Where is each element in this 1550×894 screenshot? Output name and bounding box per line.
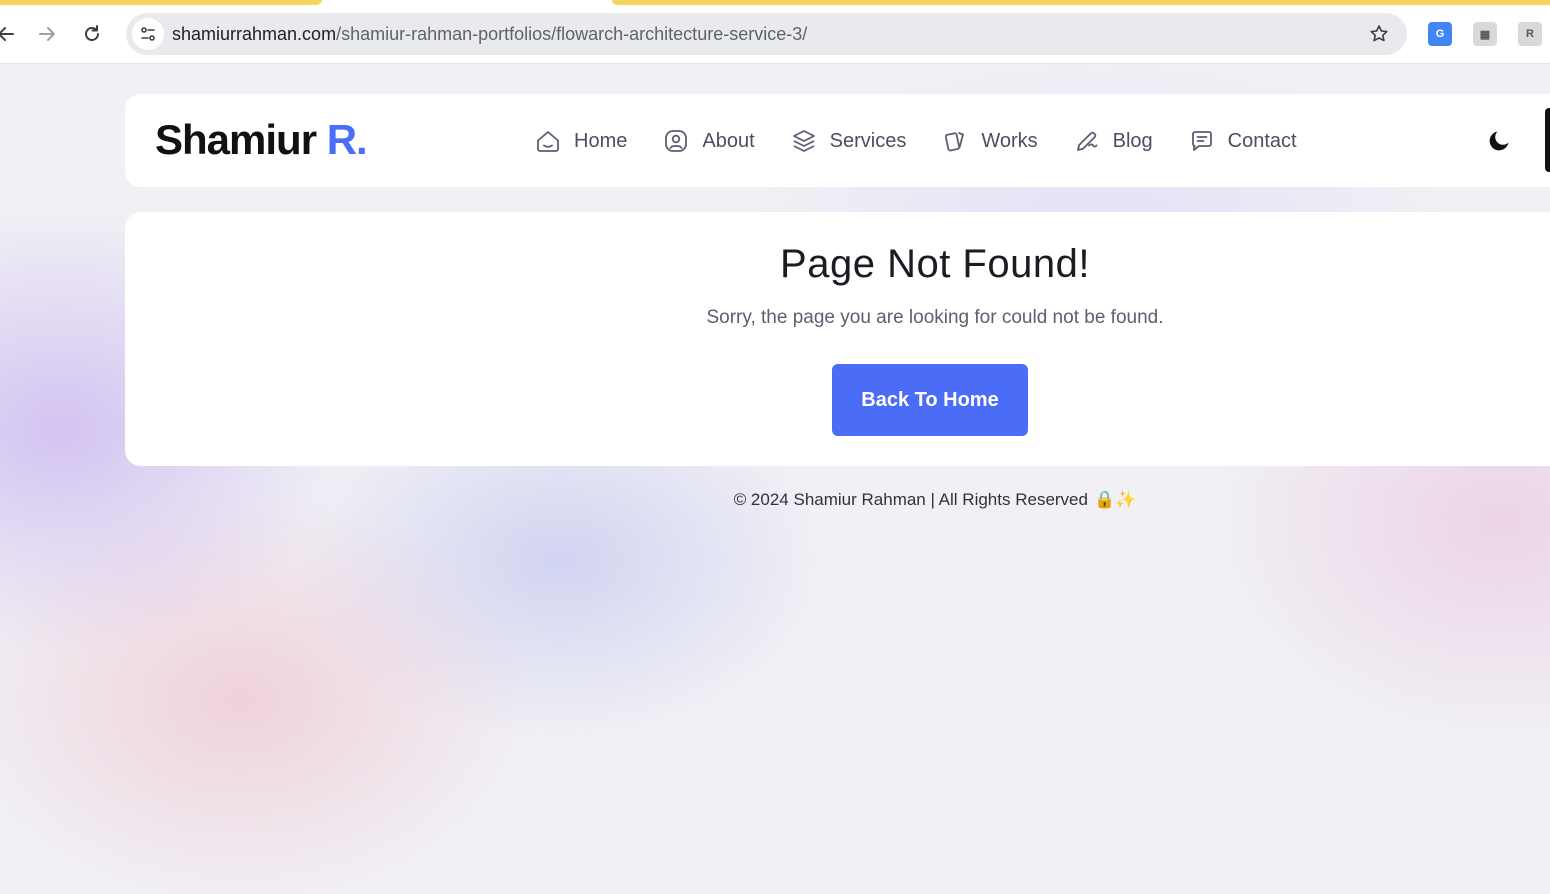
nav-item-home[interactable]: Home bbox=[534, 124, 627, 158]
user-icon bbox=[662, 127, 690, 155]
nav-item-contact[interactable]: Contact bbox=[1188, 124, 1297, 158]
site-header: Shamiur R. Home About Services Works Blo… bbox=[125, 94, 1550, 187]
url-text[interactable]: shamiurrahman.com/shamiur-rahman-portfol… bbox=[172, 24, 807, 45]
nav-item-services[interactable]: Services bbox=[790, 124, 907, 158]
copyright-text: © 2024 Shamiur Rahman | All Rights Reser… bbox=[733, 490, 1088, 509]
nav-label: Works bbox=[981, 129, 1038, 152]
address-bar[interactable]: shamiurrahman.com/shamiur-rahman-portfol… bbox=[126, 13, 1407, 55]
main-nav: Home About Services Works Blog Contact bbox=[534, 124, 1297, 158]
not-found-card: Page Not Found! Sorry, the page you are … bbox=[125, 212, 1550, 466]
nav-item-about[interactable]: About bbox=[662, 124, 755, 158]
chat-icon bbox=[1188, 127, 1216, 155]
nav-label: Services bbox=[829, 129, 907, 152]
logo-accent: R. bbox=[326, 116, 368, 163]
tab-strip-accent bbox=[612, 0, 1550, 5]
not-found-message: Sorry, the page you are looking for coul… bbox=[706, 307, 1164, 328]
home-icon bbox=[534, 127, 562, 155]
back-arrow-icon[interactable] bbox=[0, 20, 20, 48]
url-host: shamiurrahman.com bbox=[172, 24, 337, 44]
google-translate-icon[interactable]: G bbox=[1428, 22, 1452, 46]
header-action-edge[interactable] bbox=[1545, 108, 1550, 172]
bookmark-star-icon[interactable] bbox=[1367, 22, 1391, 46]
layers-icon bbox=[790, 127, 818, 155]
forward-arrow-icon[interactable] bbox=[33, 20, 61, 48]
extension-icon[interactable]: ▦ bbox=[1473, 22, 1497, 46]
url-path: /shamiur-rahman-portfolios/flowarch-arch… bbox=[336, 24, 808, 44]
nav-label: Blog bbox=[1112, 129, 1153, 152]
nav-item-works[interactable]: Works bbox=[941, 124, 1038, 158]
extension-icon[interactable]: R bbox=[1518, 22, 1542, 46]
page-title: Page Not Found! bbox=[780, 242, 1090, 286]
site-footer: © 2024 Shamiur Rahman | All Rights Reser… bbox=[0, 490, 1550, 510]
moon-icon[interactable] bbox=[1487, 127, 1513, 153]
nav-item-blog[interactable]: Blog bbox=[1073, 124, 1153, 158]
lock-sparkle-icon: 🔒✨ bbox=[1093, 490, 1137, 509]
back-to-home-button[interactable]: Back To Home bbox=[832, 364, 1028, 436]
site-logo[interactable]: Shamiur R. bbox=[155, 116, 368, 164]
nav-label: About bbox=[702, 129, 755, 152]
reload-icon[interactable] bbox=[78, 20, 106, 48]
nav-label: Contact bbox=[1227, 129, 1297, 152]
pen-icon bbox=[1073, 127, 1101, 155]
tab-strip-accent bbox=[0, 0, 322, 5]
nav-label: Home bbox=[574, 129, 628, 152]
cards-icon bbox=[941, 127, 969, 155]
logo-name: Shamiur bbox=[155, 116, 317, 163]
site-info-icon[interactable] bbox=[132, 18, 164, 50]
browser-toolbar: shamiurrahman.com/shamiur-rahman-portfol… bbox=[0, 0, 1550, 64]
